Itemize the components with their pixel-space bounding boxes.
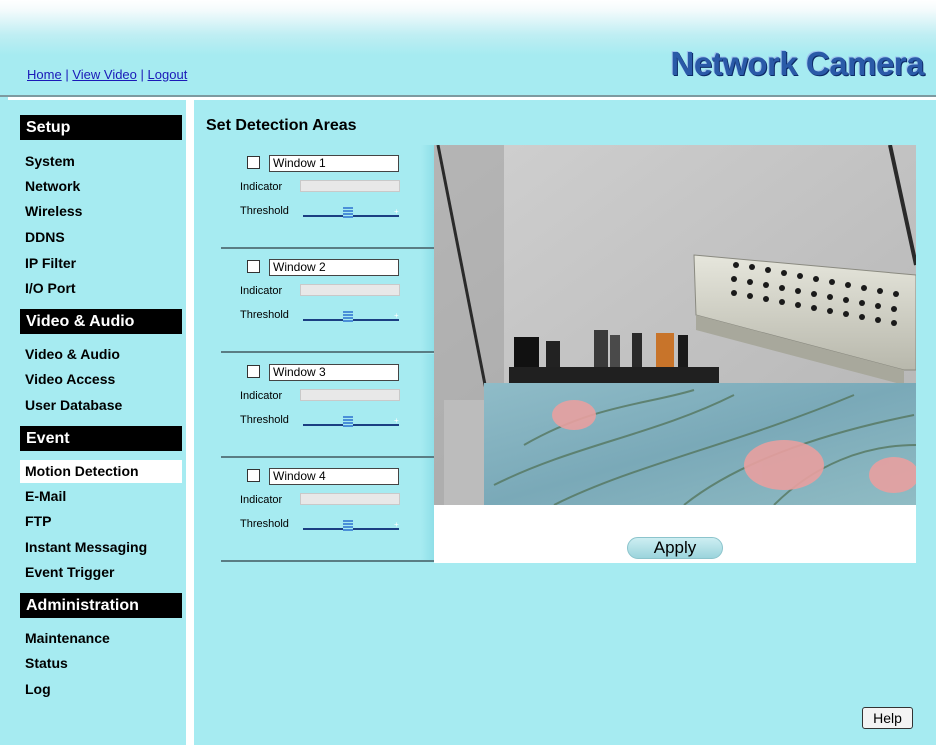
window-4-checkbox[interactable] <box>247 469 260 482</box>
window-panel-3: Window 3 Indicator Threshold + <box>221 354 434 458</box>
link-separator: | <box>140 67 144 82</box>
sidebar-item-log[interactable]: Log <box>20 678 182 701</box>
section-header-setup: Setup <box>20 115 182 140</box>
window-4-name-field[interactable]: Window 4 <box>269 468 399 485</box>
threshold-label: Threshold <box>240 518 289 530</box>
section-header-administration: Administration <box>20 593 182 618</box>
slider-end-mark: + <box>394 311 399 320</box>
left-strip <box>0 97 8 745</box>
sidebar-item-wireless[interactable]: Wireless <box>20 200 182 223</box>
sidebar-item-ddns[interactable]: DDNS <box>20 226 182 249</box>
window-3-name-field[interactable]: Window 3 <box>269 364 399 381</box>
page-title: Set Detection Areas <box>206 117 357 134</box>
window-3-checkbox[interactable] <box>247 365 260 378</box>
video-preview[interactable] <box>434 145 916 505</box>
window-1-threshold-thumb[interactable] <box>343 207 353 219</box>
sidebar-item-video-access[interactable]: Video Access <box>20 368 182 391</box>
window-2-name-field[interactable]: Window 2 <box>269 259 399 276</box>
window-4-indicator-bar <box>300 493 400 505</box>
sidebar-item-user-database[interactable]: User Database <box>20 394 182 417</box>
window-2-threshold-thumb[interactable] <box>343 311 353 323</box>
sidebar-item-ip-filter[interactable]: IP Filter <box>20 252 182 275</box>
section-header-event: Event <box>20 426 182 451</box>
sidebar-item-instant-messaging[interactable]: Instant Messaging <box>20 536 182 559</box>
apply-button[interactable]: Apply <box>627 537 723 559</box>
window-3-indicator-bar <box>300 389 400 401</box>
sidebar-item-motion-detection[interactable]: Motion Detection <box>20 460 182 483</box>
sidebar-item-network[interactable]: Network <box>20 175 182 198</box>
help-button[interactable]: Help <box>862 707 913 729</box>
window-1-checkbox[interactable] <box>247 156 260 169</box>
sidebar-item-io-port[interactable]: I/O Port <box>20 277 182 300</box>
window-panel-2: Window 2 Indicator Threshold + <box>221 249 434 353</box>
slider-end-mark: + <box>394 207 399 216</box>
camera-image <box>434 145 916 505</box>
slider-end-mark: + <box>394 520 399 529</box>
indicator-label: Indicator <box>240 285 283 297</box>
column-divider <box>186 97 194 745</box>
logout-link[interactable]: Logout <box>148 67 188 82</box>
slider-end-mark: + <box>394 416 399 425</box>
window-3-threshold-thumb[interactable] <box>343 416 353 428</box>
view-video-link[interactable]: View Video <box>72 67 137 82</box>
sidebar-item-email[interactable]: E-Mail <box>20 485 182 508</box>
sidebar-item-system[interactable]: System <box>20 150 182 173</box>
window-1-indicator-bar <box>300 180 400 192</box>
window-2-indicator-bar <box>300 284 400 296</box>
header-divider <box>0 95 936 97</box>
threshold-label: Threshold <box>240 205 289 217</box>
window-panel-4: Window 4 Indicator Threshold + <box>221 458 434 562</box>
sidebar-item-status[interactable]: Status <box>20 652 182 675</box>
home-link[interactable]: Home <box>27 67 62 82</box>
sidebar-item-event-trigger[interactable]: Event Trigger <box>20 561 182 584</box>
window-4-threshold-thumb[interactable] <box>343 520 353 532</box>
indicator-label: Indicator <box>240 494 283 506</box>
window-panel-1: Window 1 Indicator Threshold + <box>221 145 434 249</box>
main-content: Set Detection Areas Window 1 Indicator T… <box>194 100 936 745</box>
top-links: Home | View Video | Logout <box>27 67 187 82</box>
sidebar-item-ftp[interactable]: FTP <box>20 510 182 533</box>
sidebar-item-video-audio[interactable]: Video & Audio <box>20 343 182 366</box>
indicator-label: Indicator <box>240 181 283 193</box>
link-separator: | <box>65 67 69 82</box>
sidebar-item-maintenance[interactable]: Maintenance <box>20 627 182 650</box>
indicator-label: Indicator <box>240 390 283 402</box>
brand-logo: Network Camera <box>670 45 925 82</box>
apply-area: Apply <box>434 505 916 563</box>
threshold-label: Threshold <box>240 414 289 426</box>
section-header-video-audio: Video & Audio <box>20 309 182 334</box>
threshold-label: Threshold <box>240 309 289 321</box>
window-2-checkbox[interactable] <box>247 260 260 273</box>
window-1-name-field[interactable]: Window 1 <box>269 155 399 172</box>
sidebar: Setup System Network Wireless DDNS IP Fi… <box>8 100 186 745</box>
